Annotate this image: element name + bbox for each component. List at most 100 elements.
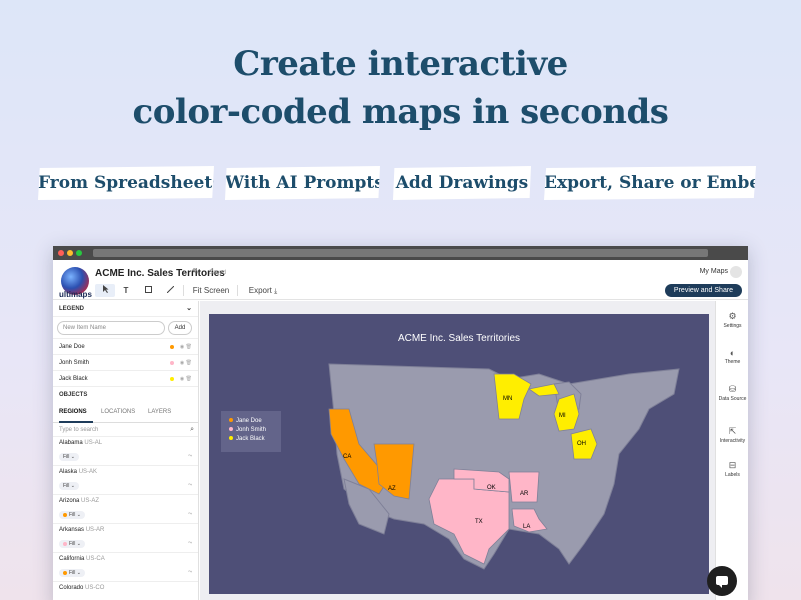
download-icon: ⤓: [274, 288, 278, 295]
state-label: MI: [559, 413, 566, 419]
eye-trash-icon[interactable]: ◉ 🗑: [180, 339, 192, 355]
chat-bubble-tail: [718, 584, 722, 588]
region-row[interactable]: Colorado US-CO: [53, 582, 198, 600]
tab-layers[interactable]: LAYERS: [148, 409, 171, 415]
region-row[interactable]: Arkansas US-AR Fill ⌄ ⤳: [53, 524, 198, 553]
fill-dropdown[interactable]: Fill ⌄: [59, 569, 85, 577]
objects-tabs: REGIONS LOCATIONS LAYERS: [53, 403, 198, 423]
app-window: ultimaps ACME Inc. Sales Territories ✎ S…: [53, 246, 748, 600]
feature-pill-drawings: Add Drawings: [393, 166, 531, 200]
address-bar[interactable]: [93, 249, 708, 257]
eye-trash-icon[interactable]: ◉ 🗑: [180, 355, 192, 371]
settings-button[interactable]: ⚙ Settings: [716, 311, 748, 329]
legend-add-row: New Item Name Add: [53, 317, 198, 339]
fill-color-dot: [63, 570, 67, 575]
text-tool-icon[interactable]: T: [119, 284, 133, 297]
state-label: CA: [343, 454, 352, 460]
feature-pill-export: Export, Share or Embed: [544, 166, 756, 200]
fit-screen-label: Fit Screen: [192, 286, 230, 295]
state-ar[interactable]: [508, 471, 540, 503]
region-name: Alaska US-AK: [59, 469, 98, 475]
map-canvas-area: ACME Inc. Sales Territories CA AZ TX OK …: [200, 301, 715, 600]
map-legend-item: Jonh Smith: [229, 427, 266, 433]
eye-trash-icon[interactable]: ◉ 🗑: [180, 371, 192, 387]
fill-color-dot: [63, 512, 67, 517]
legend-item[interactable]: Jane Doe ◉ 🗑: [53, 339, 198, 355]
maximize-dot[interactable]: [76, 250, 82, 256]
link-icon[interactable]: ⤳: [188, 569, 192, 575]
us-map[interactable]: [209, 314, 709, 594]
fill-dropdown[interactable]: Fill ⌄: [59, 453, 79, 461]
feature-pill-ai-prompts: With AI Prompts: [225, 166, 380, 200]
logo-text: ultimaps: [59, 290, 92, 299]
line-tool-icon[interactable]: [163, 284, 177, 297]
region-row[interactable]: Arizona US-AZ Fill ⌄ ⤳: [53, 495, 198, 524]
legend-header[interactable]: LEGEND ⌄: [53, 301, 198, 317]
color-swatch[interactable]: [170, 345, 174, 349]
data-source-button[interactable]: ⛁ Data Source: [716, 384, 748, 402]
link-icon[interactable]: ⤳: [188, 453, 192, 459]
fill-dropdown[interactable]: Fill ⌄: [59, 482, 79, 490]
chat-button[interactable]: [707, 566, 737, 596]
cursor-click-icon: ⇱: [728, 426, 737, 436]
tab-locations[interactable]: LOCATIONS: [101, 409, 135, 415]
color-swatch[interactable]: [170, 361, 174, 365]
region-name: Colorado US-CO: [59, 585, 105, 591]
toolbar-divider: [183, 285, 184, 296]
fit-screen-dropdown[interactable]: Fit Screen ⌄: [190, 284, 232, 308]
state-label: TX: [475, 519, 483, 525]
minimize-dot[interactable]: [67, 250, 73, 256]
export-label: Export: [248, 286, 272, 295]
fill-dropdown[interactable]: Fill ⌄: [59, 511, 85, 519]
database-icon: ⛁: [728, 384, 737, 394]
region-row[interactable]: Alabama US-AL Fill ⌄ ⤳: [53, 437, 198, 466]
chevron-down-icon: ⌄: [186, 305, 192, 312]
rectangle-tool-icon[interactable]: [141, 284, 155, 297]
export-button[interactable]: Export ⤓: [245, 284, 281, 297]
link-icon[interactable]: ⤳: [188, 511, 192, 517]
legend-dot: [229, 436, 233, 441]
state-label: AZ: [388, 486, 396, 492]
avatar[interactable]: [730, 266, 742, 278]
top-bar: ultimaps ACME Inc. Sales Territories ✎ S…: [53, 260, 748, 308]
hero-title-line1: Create interactive: [233, 44, 568, 84]
legend-item[interactable]: Jack Black ◉ 🗑: [53, 371, 198, 387]
search-placeholder: Type to search: [59, 427, 99, 433]
legend-item-name: Jane Doe: [59, 344, 85, 350]
labels-button[interactable]: ⊟ Labels: [716, 460, 748, 478]
fill-dropdown[interactable]: Fill ⌄: [59, 540, 85, 548]
sidebar: LEGEND ⌄ New Item Name Add Jane Doe ◉ 🗑 …: [53, 301, 199, 600]
edit-pencil-icon[interactable]: ✎: [192, 267, 199, 276]
gear-icon: ⚙: [728, 311, 737, 321]
legend-dot: [229, 427, 233, 432]
region-row[interactable]: California US-CA Fill ⌄ ⤳: [53, 553, 198, 582]
state-label: LA: [523, 524, 531, 530]
add-button[interactable]: Add: [168, 321, 192, 335]
color-swatch[interactable]: [170, 377, 174, 381]
region-row[interactable]: Alaska US-AK Fill ⌄ ⤳: [53, 466, 198, 495]
select-tool-icon[interactable]: [95, 284, 115, 297]
close-dot[interactable]: [58, 250, 64, 256]
state-tx[interactable]: [428, 478, 510, 565]
link-icon[interactable]: ⤳: [188, 482, 192, 488]
theme-button[interactable]: ◐ Theme: [716, 348, 748, 365]
map-legend[interactable]: Jane Doe Jonh Smith Jack Black: [221, 411, 281, 452]
tab-regions[interactable]: REGIONS: [59, 409, 87, 415]
search-icon[interactable]: ⌕: [190, 423, 194, 437]
hero-title: Create interactive color-coded maps in s…: [0, 40, 801, 136]
objects-header: OBJECTS: [59, 392, 88, 398]
link-icon[interactable]: ⤳: [188, 540, 192, 546]
right-panel: ⚙ Settings ◐ Theme ⛁ Data Source ⇱ Interacti…: [715, 301, 748, 600]
my-maps-link[interactable]: My Maps: [700, 268, 728, 275]
toolbar-divider: [237, 285, 238, 296]
legend-item[interactable]: Jonh Smith ◉ 🗑: [53, 355, 198, 371]
state-label: OH: [577, 441, 586, 447]
map-title[interactable]: ACME Inc. Sales Territories: [95, 268, 225, 279]
map-card[interactable]: ACME Inc. Sales Territories CA AZ TX OK …: [209, 314, 709, 594]
preview-share-button[interactable]: Preview and Share: [665, 284, 742, 297]
interactivity-button[interactable]: ⇱ Interactivity: [716, 426, 748, 444]
new-item-input[interactable]: New Item Name: [57, 321, 165, 335]
hero-title-line2: color-coded maps in seconds: [132, 92, 669, 132]
legend-item-name: Jack Black: [59, 376, 88, 382]
region-search-input[interactable]: Type to search ⌕: [53, 423, 198, 437]
